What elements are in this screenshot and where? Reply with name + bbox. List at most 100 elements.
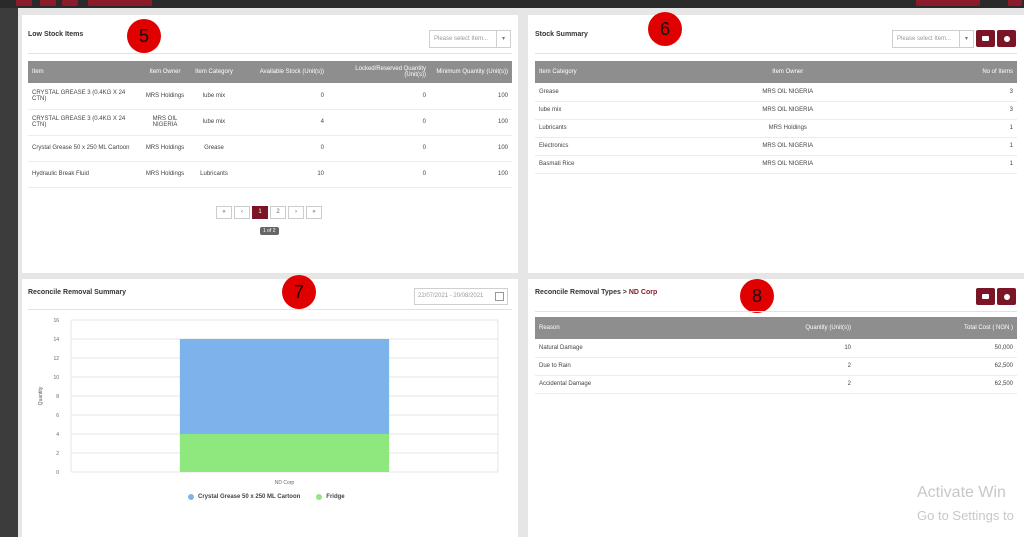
list-view-button[interactable]	[976, 30, 995, 47]
y-tick-label: 2	[56, 451, 59, 457]
page-button[interactable]: ›	[288, 206, 304, 219]
column-header[interactable]: Minimum Quantity (Unit(s))	[430, 61, 512, 83]
table-cell: MRS OIL NIGERIA	[688, 83, 887, 102]
divider	[28, 53, 512, 54]
toolbar-icon-3[interactable]	[62, 0, 78, 6]
column-header[interactable]: Locked/Reserved Quantity (Unit(s))	[328, 61, 430, 83]
table-cell: Electronics	[535, 137, 689, 156]
table-cell: 100	[430, 109, 512, 136]
table-cell: MRS Holdings	[140, 83, 190, 110]
list-icon	[982, 36, 989, 41]
table-cell: Natural Damage	[535, 339, 695, 358]
list-icon	[982, 294, 989, 299]
legend-label: Fridge	[326, 494, 345, 500]
table-row: Natural Damage 10 50,000	[535, 339, 1017, 358]
settings-icon	[1003, 293, 1010, 300]
panel-title: Stock Summary	[535, 31, 588, 38]
pagination: «‹ 1 2 ›»	[216, 206, 322, 219]
date-range-input[interactable]: 22/07/2021 - 20/08/2021	[414, 288, 508, 305]
divider	[535, 311, 1017, 312]
page-button[interactable]: »	[306, 206, 322, 219]
annotation-badge: 7	[282, 275, 316, 309]
toolbar-right-button[interactable]	[916, 0, 980, 6]
table-row: Basmati Rice MRS OIL NIGERIA 1	[535, 155, 1017, 174]
table-cell: 0	[328, 135, 430, 162]
item-select[interactable]: Please select Item... ▾	[429, 30, 511, 48]
bar-segment	[179, 339, 390, 434]
toolbar-icon-2[interactable]	[40, 0, 56, 6]
table-cell: 0	[328, 83, 430, 110]
toolbar-button[interactable]	[88, 0, 152, 6]
chevron-down-icon[interactable]: ▾	[496, 31, 510, 47]
table-cell: MRS Holdings	[140, 135, 190, 162]
y-tick-label: 14	[53, 337, 59, 343]
title-prefix: Reconcile Removal Types >	[535, 289, 627, 296]
table-cell: 10	[695, 339, 855, 358]
table-cell: 100	[430, 83, 512, 110]
table-cell: Lubricants	[190, 161, 238, 188]
page-button[interactable]: «	[216, 206, 232, 219]
table-header-row: Reason Quantity (Unit(s)) Total Cost ( NGN…	[535, 317, 1017, 339]
title-accent[interactable]: ND Corp	[629, 289, 657, 296]
table-cell: Basmati Rice	[535, 155, 689, 174]
column-header[interactable]: Item	[28, 61, 140, 83]
y-tick-label: 8	[56, 394, 59, 400]
table-cell: 100	[430, 161, 512, 188]
table-cell: Crystal Grease 50 x 250 ML Cartoon	[28, 135, 140, 162]
table-cell: lube mix	[535, 101, 689, 120]
table-cell: CRYSTAL GREASE 3 (0.4KG X 24 CTN)	[28, 83, 140, 110]
column-header[interactable]: Item Category	[190, 61, 238, 83]
panel-title: Reconcile Removal Types > ND Corp	[535, 289, 657, 296]
table-cell: Grease	[190, 135, 238, 162]
y-tick-label: 10	[53, 375, 59, 381]
dashboard: Low Stock Items 5 Please select Item... …	[18, 8, 1024, 537]
table-cell: 0	[238, 135, 328, 162]
settings-icon	[1003, 35, 1010, 42]
table-row: Lubricants MRS Holdings 1	[535, 119, 1017, 138]
y-tick-label: 0	[56, 470, 59, 476]
column-header[interactable]: Available Stock (Unit(s))	[238, 61, 328, 83]
table-cell: MRS Holdings	[688, 119, 887, 138]
y-axis-label: Quantity	[38, 386, 44, 405]
stock-summary-table: Item Category Item Owner No of Items Grease…	[535, 61, 1017, 174]
column-header[interactable]: Quantity (Unit(s))	[695, 317, 855, 339]
table-header-row: Item Category Item Owner No of Items	[535, 61, 1017, 83]
page-button[interactable]: 1	[252, 206, 268, 219]
page-info: 1 of 2	[260, 227, 279, 235]
table-cell: lube mix	[190, 109, 238, 136]
table-cell: 3	[886, 83, 1017, 102]
column-header[interactable]: Item Category	[535, 61, 689, 83]
item-select[interactable]: Please select Item... ▾	[892, 30, 974, 48]
legend-swatch	[316, 494, 323, 500]
bar-chart: 0 2 4 6 8 10 12 14 16 Quantity ND Corp	[38, 318, 499, 486]
stock-summary-panel: Stock Summary 6 Please select Item... ▾ …	[528, 12, 1024, 273]
column-header[interactable]: Item Owner	[688, 61, 887, 83]
chevron-down-icon[interactable]: ▾	[959, 31, 973, 47]
toolbar-right-icon[interactable]	[1008, 0, 1022, 6]
column-header[interactable]: Reason	[535, 317, 695, 339]
annotation-badge: 5	[127, 19, 161, 53]
column-header[interactable]: Total Cost ( NGN )	[855, 317, 1017, 339]
settings-button[interactable]	[997, 288, 1016, 305]
page-button[interactable]: 2	[270, 206, 286, 219]
table-cell: MRS OIL NIGERIA	[688, 155, 887, 174]
column-header[interactable]: No of Items	[886, 61, 1017, 83]
column-header[interactable]: Item Owner	[140, 61, 190, 83]
settings-button[interactable]	[997, 30, 1016, 47]
panel-title: Low Stock Items	[28, 31, 84, 38]
table-cell: 50,000	[855, 339, 1017, 358]
calendar-icon[interactable]	[495, 292, 504, 301]
select-placeholder: Please select Item...	[897, 36, 952, 42]
table-cell: 4	[238, 109, 328, 136]
y-tick-label: 12	[53, 356, 59, 362]
table-cell: 1	[886, 119, 1017, 138]
page-button[interactable]: ‹	[234, 206, 250, 219]
list-view-button[interactable]	[976, 288, 995, 305]
divider	[535, 53, 1017, 54]
table-cell: 2	[695, 375, 855, 394]
watermark-line1: Activate Win	[917, 484, 1006, 501]
table-cell: 3	[886, 101, 1017, 120]
top-toolbar	[0, 0, 1024, 8]
toolbar-icon-1[interactable]	[16, 0, 32, 6]
y-tick-label: 16	[53, 318, 59, 324]
